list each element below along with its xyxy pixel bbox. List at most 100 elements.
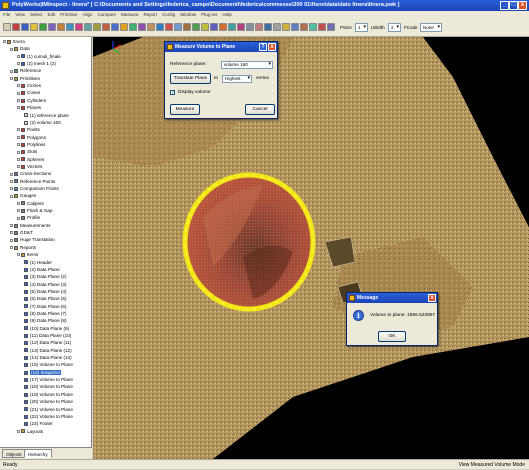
toolbar-tool-icon[interactable] <box>183 23 191 31</box>
toolbar-tool-icon[interactable] <box>174 23 182 31</box>
menu-item-primitive[interactable]: Primitive <box>60 12 77 17</box>
tree-item[interactable]: (6) Data Plane (5) <box>24 295 67 302</box>
tree-item[interactable]: (2) mesh 1 (2) <box>17 60 56 67</box>
expand-icon[interactable] <box>17 84 20 88</box>
toolbar-tool-icon[interactable] <box>39 23 47 31</box>
expand-icon[interactable] <box>17 135 20 139</box>
tree-item[interactable]: (5) Data Plane (4) <box>24 288 67 295</box>
menu-item-align[interactable]: Align <box>83 12 93 17</box>
tree-item[interactable]: Layouts <box>17 428 43 435</box>
expand-icon[interactable] <box>10 172 13 176</box>
expand-icon[interactable] <box>10 69 13 73</box>
toolbar-tool-icon[interactable] <box>165 23 173 31</box>
expand-icon[interactable] <box>17 128 20 132</box>
tree-item[interactable]: Cross-Sections <box>10 170 51 177</box>
expand-icon[interactable] <box>10 77 13 81</box>
expand-icon[interactable] <box>10 47 13 51</box>
toolbar-tool-icon[interactable] <box>66 23 74 31</box>
tree-item[interactable]: (2) Data Plane <box>24 266 60 273</box>
toolbar-tool-icon[interactable] <box>192 23 200 31</box>
tree-item[interactable]: Points <box>17 126 40 133</box>
menu-item-compare[interactable]: Compare <box>98 12 117 17</box>
expand-icon[interactable] <box>10 238 13 242</box>
expand-icon[interactable] <box>10 224 13 228</box>
tree-item[interactable]: (21) Volume to Plane <box>24 406 73 413</box>
expand-icon[interactable] <box>17 91 20 95</box>
expand-icon[interactable] <box>17 54 20 58</box>
expand-icon[interactable] <box>17 201 20 205</box>
toolbar-tool-icon[interactable] <box>84 23 92 31</box>
tree-item[interactable]: Itnera <box>3 38 25 45</box>
tree-item[interactable]: (1) reference plane <box>24 112 69 119</box>
expand-icon[interactable] <box>17 62 20 66</box>
tree-item[interactable]: (11) Data Plane (10) <box>24 332 71 339</box>
expand-icon[interactable] <box>17 253 20 257</box>
expand-icon[interactable] <box>17 143 20 147</box>
display-volume-checkbox[interactable]: ✓ <box>170 90 175 96</box>
tree-item[interactable]: GD&T <box>10 229 33 236</box>
toolbar-tool-icon[interactable] <box>210 23 218 31</box>
cancel-button[interactable]: Cancel <box>245 104 275 115</box>
tree-item[interactable]: Primitives <box>10 75 40 82</box>
tab-objects[interactable]: Objects <box>2 449 26 458</box>
toolbar-tool-icon[interactable] <box>57 23 65 31</box>
expand-icon[interactable] <box>17 429 20 433</box>
measure-dialog-close-button[interactable]: x <box>268 43 276 51</box>
tree-item[interactable]: Cylinders <box>17 97 46 104</box>
tree-item[interactable]: Profile <box>17 214 40 221</box>
measure-button[interactable]: Measure <box>170 104 200 115</box>
toolbar-tool-icon[interactable] <box>3 23 11 31</box>
tree-item[interactable]: (10) Data Plane (9) <box>24 325 69 332</box>
tree-item[interactable]: Comparison Points <box>10 185 59 192</box>
tree-item[interactable]: Cones <box>17 89 40 96</box>
tree-item[interactable]: Polylines <box>17 141 45 148</box>
highest-select[interactable]: Highest <box>222 75 252 83</box>
tree-item[interactable]: Vectors <box>17 163 42 170</box>
expand-icon[interactable] <box>17 216 20 220</box>
tree-item[interactable]: (1) cumuli_finale <box>17 53 61 60</box>
tree-item[interactable]: Measurements <box>10 222 50 229</box>
toolbar-tool-icon[interactable] <box>147 23 155 31</box>
maximize-button[interactable]: □ <box>509 1 518 10</box>
minimize-button[interactable]: _ <box>500 1 509 10</box>
tree-item[interactable]: Reference Points <box>10 178 55 185</box>
tree-item[interactable]: (19) Volume to Plane <box>24 391 73 398</box>
translate-plane-button[interactable]: Translate Plane <box>170 73 211 84</box>
ok-button[interactable]: OK <box>378 331 406 342</box>
menu-item-plug-ins[interactable]: Plug-ins <box>201 12 217 17</box>
expand-icon[interactable] <box>3 40 6 44</box>
expand-icon[interactable] <box>10 179 13 183</box>
toolbar-tool-icon[interactable] <box>12 23 20 31</box>
tree-item[interactable]: (12) Data Plane (11) <box>24 339 71 346</box>
toolbar-tool-icon[interactable] <box>93 23 101 31</box>
expand-icon[interactable] <box>10 231 13 235</box>
reference-plane-select[interactable]: volume 160 <box>221 61 273 69</box>
tree-item[interactable]: Reports <box>10 244 36 251</box>
expand-icon[interactable] <box>17 165 20 169</box>
lwidth-select[interactable]: 2 <box>388 23 401 32</box>
toolbar-tool-icon[interactable] <box>30 23 38 31</box>
expand-icon[interactable] <box>17 99 20 103</box>
toolbar-tool-icon[interactable] <box>156 23 164 31</box>
menu-item-report[interactable]: Report <box>144 12 158 17</box>
menu-item-help[interactable]: Help <box>222 12 231 17</box>
menu-item-file[interactable]: File <box>3 12 10 17</box>
expand-icon[interactable] <box>10 194 13 198</box>
toolbar-tool-icon[interactable] <box>219 23 227 31</box>
tree-item[interactable]: (2) volume 160 <box>24 119 61 126</box>
toolbar-tool-icon[interactable] <box>237 23 245 31</box>
tree-item[interactable]: (16) Snapshot <box>24 369 61 376</box>
menu-item-config[interactable]: Config <box>162 12 175 17</box>
tab-hierarchy[interactable]: Hierarchy <box>24 449 52 458</box>
tree-item[interactable]: Data <box>10 45 30 52</box>
toolbar-tool-icon[interactable] <box>102 23 110 31</box>
toolbar-tool-icon[interactable] <box>309 23 317 31</box>
fcode-select[interactable]: None <box>420 23 442 32</box>
toolbar-tool-icon[interactable] <box>111 23 119 31</box>
tree-item[interactable]: (3) Data Plane (2) <box>24 273 67 280</box>
help-button[interactable]: ? <box>259 43 267 51</box>
toolbar-tool-icon[interactable] <box>273 23 281 31</box>
tree-item[interactable]: (14) Data Plane (13) <box>24 354 72 361</box>
tree-item[interactable]: Flush & Gap <box>17 207 53 214</box>
psize-select[interactable]: 1 <box>355 23 368 32</box>
